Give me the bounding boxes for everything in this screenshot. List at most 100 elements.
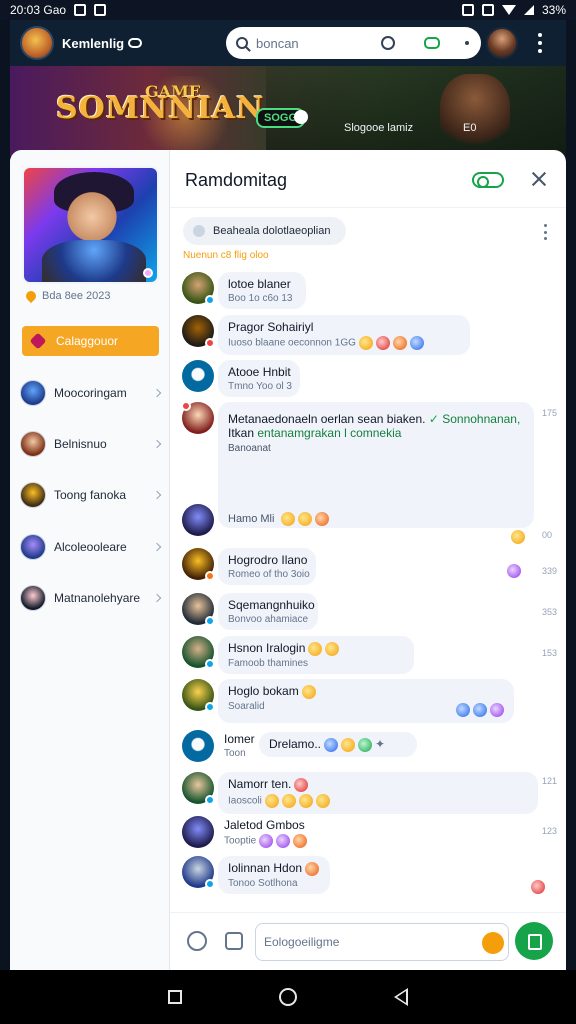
message-time: 153 [542,648,558,658]
search-input[interactable]: boncan [256,36,299,51]
date-row: Bda 8ee 2023 [23,288,111,304]
user-avatar[interactable] [486,27,518,59]
message-name: Iolinnan Hdon [228,861,320,876]
sidebar-item-label: Belnisnuo [54,437,107,451]
sparkle-icon: ✦ [375,737,386,751]
online-status-icon [205,338,215,348]
laugh-icon [315,793,330,808]
message-sub: Tonoo Sotlhona [228,877,298,889]
message-time: 175 [542,408,558,418]
message-extra: 1GG [334,337,356,349]
sidebar-avatar [20,585,46,611]
back-icon[interactable] [393,988,408,1006]
search-icon [236,37,248,49]
message-icon [94,4,107,16]
date-text: Bda 8ee 2023 [42,290,111,302]
user-avatar [182,816,214,848]
more-dot-icon[interactable] [465,41,469,45]
message-bubble: Namorr ten. Iaoscoli [218,772,538,814]
overflow-menu-icon[interactable] [538,33,544,53]
message-input[interactable]: Eologoeiligme [255,923,509,961]
send-button[interactable] [515,922,553,960]
chat-more-icon[interactable] [544,224,548,240]
category-button[interactable]: Calaggouor [22,326,159,356]
chat-search-chip[interactable]: Beaheala dolotlaeoplian [183,217,346,245]
check-icon: ✓ [428,412,439,426]
close-icon[interactable] [530,170,548,188]
reaction-icon [507,564,521,578]
chat-title: Ramdomitag [185,170,288,190]
notification-icon [74,4,87,16]
wifi-icon [501,5,516,15]
chat-header: Ramdomitag [170,150,566,208]
image-icon[interactable] [225,932,243,950]
refresh-icon[interactable] [381,36,395,50]
home-icon[interactable] [278,988,297,1006]
message-time: 00 [542,530,553,540]
sidebar-item-1[interactable]: Moocoringam [20,378,162,408]
long-message-highlight: Sonnohnanan, [442,412,521,426]
message-sub: Iuoso blaane oeconnon 1GG [228,336,460,350]
app-logo[interactable] [20,26,54,60]
sidebar-item-3[interactable]: Toong fanoka [20,480,162,510]
hero-card[interactable] [22,166,159,284]
message-name: Jaletod Gmbos [224,818,305,832]
user-avatar [182,548,215,581]
bubble-text: Drelamo.. [269,737,322,751]
message-bubble: Hogrodro Ilano Romeo of tho 3oio [218,548,316,585]
online-status-icon [181,401,191,411]
online-status-icon [205,702,215,712]
sidebar: Bda 8ee 2023 Calaggouor Moocoringam Beln… [10,150,170,970]
grin-icon [298,793,313,808]
battery-level: 33% [541,3,566,17]
message-sub-text: Iuoso blaane oeconnon [228,337,332,349]
app-badge-icon [128,38,143,48]
link-icon [473,702,487,717]
long-message-part-a: Metanaedonaeln oerlan sean biaken. [228,412,426,426]
long-message-part-b: Itkan [228,426,255,440]
controller-toggle-icon[interactable] [472,172,504,188]
message-name: Hsnon Iralogin [228,641,404,656]
message-bubble-text: Drelamo.. ✦ [269,737,407,752]
message-name: Hogrodro Ilano [228,553,308,567]
game-banner[interactable]: GAME SOMNNIAN SOGG Slogooe lamiz E0 [10,66,566,156]
hero-face [66,186,118,242]
chevron-right-icon [152,490,162,500]
attach-icon[interactable] [187,931,207,951]
user-avatar [182,730,214,762]
long-message-part-c: Banoanat [228,443,271,454]
message-bubble: Drelamo.. ✦ [259,732,417,757]
message-sub: Tooptie [224,834,308,848]
search-bar[interactable]: boncan [226,27,481,59]
message-sub: Romeo of tho 3oio [228,569,310,580]
user-avatar [182,315,215,348]
message-bubble: Sqemangnhuiko Bonvoo ahamiace [218,593,318,630]
main-panel: Bda 8ee 2023 Calaggouor Moocoringam Beln… [10,150,566,970]
message-bubble: Iolinnan Hdon Tonoo Sotlhona [218,856,330,894]
gamepad-icon[interactable] [424,37,440,49]
user-avatar [181,401,214,434]
message-name: lotoe blaner [228,277,291,291]
sidebar-item-2[interactable]: Belnisnuo [20,429,162,459]
emoji-icon[interactable] [482,932,504,954]
message-bubble: Hoglo bokam Soaralid [218,679,514,723]
clock: 20:03 Gao [10,3,67,17]
user-avatar [182,772,215,805]
sidebar-item-5[interactable]: Matnanolehyare [20,583,162,613]
message-sub-text: Tooptie [224,835,257,847]
sticker-row [453,701,504,719]
alert-icon [294,777,309,792]
smile-icon [301,684,316,699]
chat-panel: Ramdomitag Beaheala dolotlaeoplian Nuenu… [170,150,566,970]
message-sub: Tmno Yoo ol 3 [228,381,292,392]
app-bar: Kemlenlig boncan [10,20,566,66]
chip-label: Beaheala dolotlaeoplian [213,225,331,237]
chip-icon [193,225,205,237]
message-time: 121 [542,776,558,786]
sidebar-item-4[interactable]: Alcoleooleare [20,532,162,562]
recent-apps-icon[interactable] [168,990,183,1004]
user-avatar [182,679,215,712]
thumbs-up-icon [280,512,295,526]
hero-gem-icon [143,268,153,278]
message-sub: Boo 1o c6o 13 [228,293,293,304]
